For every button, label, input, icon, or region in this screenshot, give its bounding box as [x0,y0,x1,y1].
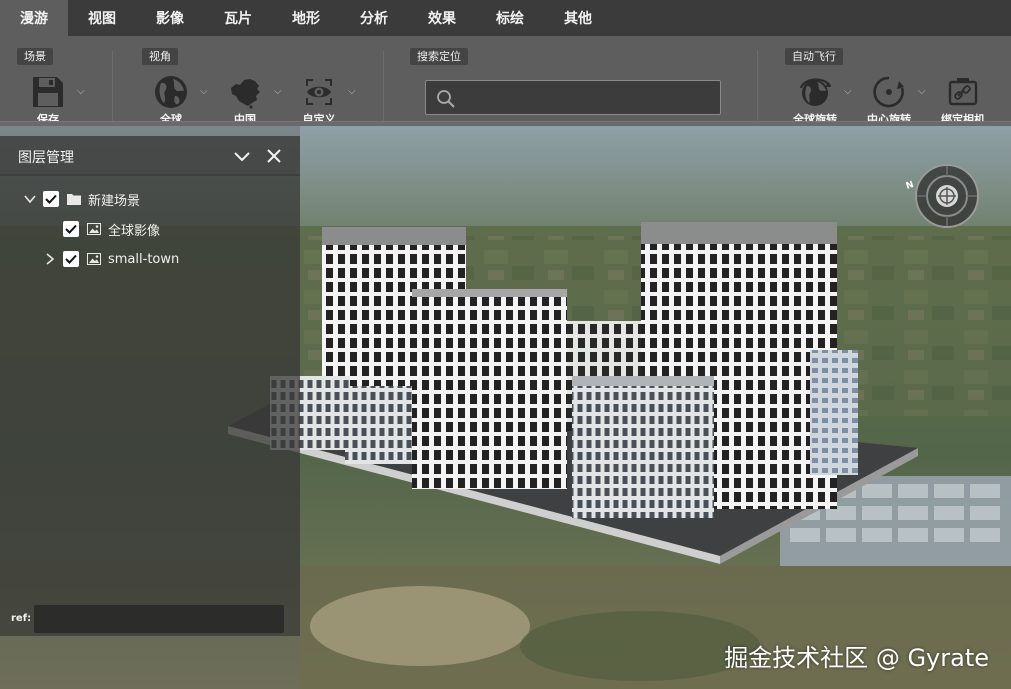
chevron-down-icon[interactable]: ⌵ [844,86,852,97]
group-label-view: 视角 [142,48,178,65]
search-box [425,80,721,115]
ribbon-separator [383,50,384,122]
menu-tab-tiles[interactable]: 瓦片 [204,0,272,36]
center-rotate-icon [873,76,904,108]
ref-input[interactable] [34,605,284,633]
center-rotate-button[interactable]: ⌵ 中心旋转 [856,74,926,126]
chevron-right-icon[interactable] [43,252,57,266]
custom-view-button[interactable]: ⌵ 自定义 [286,74,356,126]
checkbox[interactable] [63,221,79,237]
tree-node-label: 新建场景 [88,193,141,209]
save-label: 保存 [37,113,59,126]
china-label: 中国 [234,113,256,126]
chevron-down-icon[interactable]: ⌵ [348,86,356,97]
global-rotate-button[interactable]: ⌵ 全球旋转 [782,74,852,126]
close-icon[interactable] [264,146,284,166]
ribbon-separator [757,50,758,122]
tree-node-new-scene[interactable]: 新建场景 [23,186,140,212]
layer-panel-header: 图层管理 [0,136,300,176]
group-label-autofly: 自动飞行 [785,48,843,65]
collapse-chevron-icon[interactable] [232,146,252,166]
ribbon-toolbar: 场景 视角 搜索定位 自动飞行 ⌵ 保存 ⌵ 全球 ⌵ 中国 ⌵ 自定义 ⌵ 全… [0,36,1011,126]
checkmark-icon [65,224,77,234]
search-input[interactable] [462,81,716,114]
tree-node-label: 全球影像 [108,223,161,239]
chevron-down-icon[interactable]: ⌵ [918,86,926,97]
checkmark-icon [65,254,77,264]
image-icon [87,253,101,265]
globe-rotate-icon [799,78,831,106]
eye-icon [306,79,332,105]
globe-icon [155,76,187,108]
compass-navigation[interactable]: N [903,163,983,229]
group-label-scene: 场景 [17,48,53,65]
search-icon [437,90,455,108]
menu-tab-terrain[interactable]: 地形 [272,0,340,36]
north-label: N [905,180,915,192]
checkmark-icon [45,194,57,204]
checkbox[interactable] [43,191,59,207]
layer-panel-title: 图层管理 [18,150,74,166]
menu-tab-other[interactable]: 其他 [544,0,612,36]
tree-node-small-town[interactable]: small-town [43,246,179,272]
chevron-down-icon[interactable] [23,192,37,206]
menu-tab-view[interactable]: 视图 [68,0,136,36]
chevron-down-icon[interactable]: ⌵ [77,86,85,97]
ref-bar: ref: [0,602,300,636]
layer-panel: 图层管理 新建场景 全球影像 small-town ref: [0,136,300,636]
china-view-button[interactable]: ⌵ 中国 [212,74,282,126]
menu-tab-analysis[interactable]: 分析 [340,0,408,36]
menu-tab-imagery[interactable]: 影像 [136,0,204,36]
tree-node-label: small-town [108,251,180,267]
group-label-search: 搜索定位 [410,48,468,65]
app-window: 漫游 视图 影像 瓦片 地形 分析 效果 标绘 其他 场景 视角 搜索定位 自动… [0,0,1011,689]
chevron-down-icon[interactable]: ⌵ [200,86,208,97]
image-icon [87,223,101,235]
ref-label: ref: [11,613,32,624]
bind-camera-button[interactable]: 绑定相机 [930,74,996,126]
menu-tab-plotting[interactable]: 标绘 [476,0,544,36]
ribbon-separator [112,50,113,122]
save-button[interactable]: ⌵ 保存 [15,74,85,126]
bind-camera-label: 绑定相机 [941,113,985,126]
top-menu-bar: 漫游 视图 影像 瓦片 地形 分析 效果 标绘 其他 [0,0,1011,36]
folder-icon [67,194,81,205]
checkbox[interactable] [63,251,79,267]
bind-camera-icon [948,78,978,106]
watermark: 掘金技术社区 @ Gyrate [724,644,989,672]
menu-tab-roam[interactable]: 漫游 [0,0,68,36]
tree-node-global-imagery[interactable]: 全球影像 [63,216,160,242]
center-rotate-label: 中心旋转 [867,113,911,126]
globe-view-button[interactable]: ⌵ 全球 [138,74,208,126]
custom-label: 自定义 [302,113,336,126]
global-rotate-label: 全球旋转 [793,113,837,126]
chevron-down-icon[interactable]: ⌵ [274,86,282,97]
globe-label: 全球 [160,113,182,126]
menu-tab-effects[interactable]: 效果 [408,0,476,36]
save-icon [33,77,63,107]
china-map-icon [231,79,260,109]
